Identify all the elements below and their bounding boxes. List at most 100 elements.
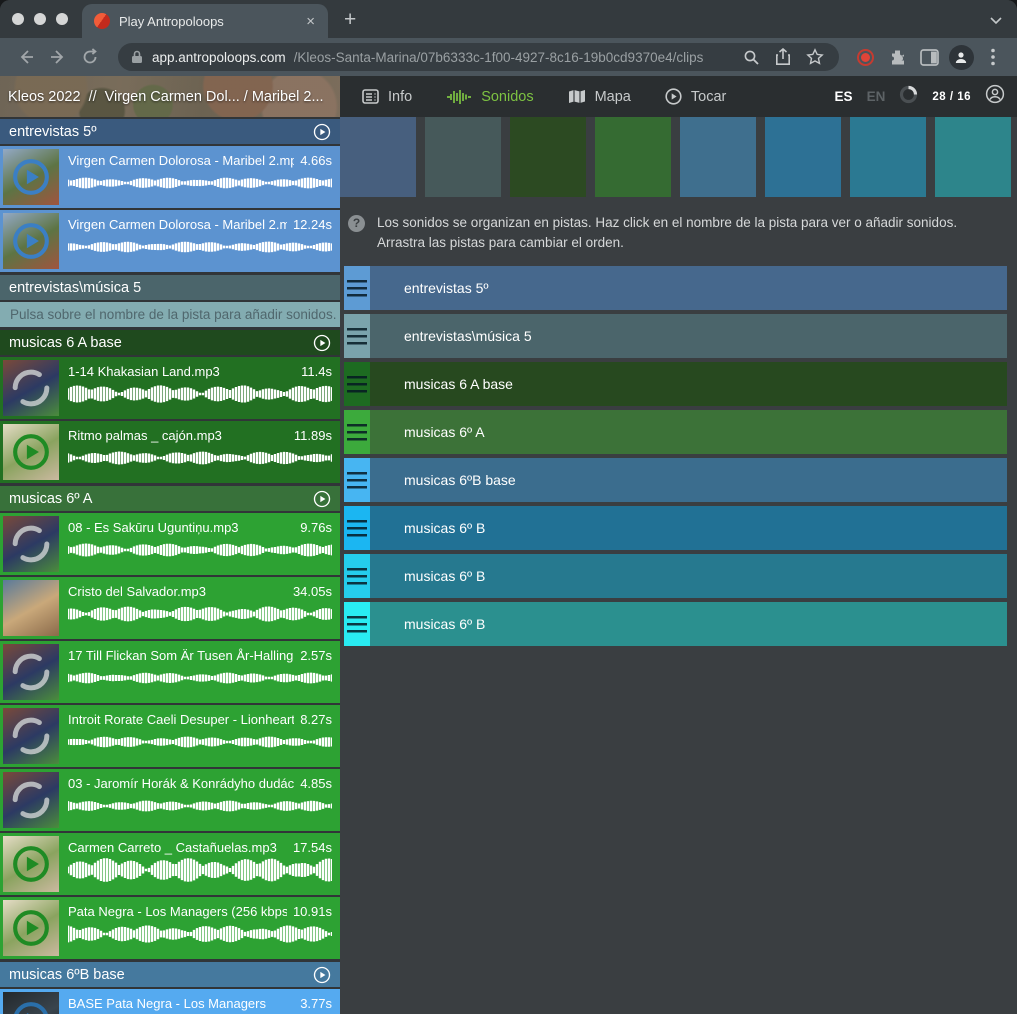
clip-thumbnail[interactable] [3, 644, 59, 700]
bookmark-star-icon[interactable] [803, 48, 827, 66]
track-row[interactable]: musicas 6ºB base [344, 458, 1007, 502]
play-track-icon[interactable] [313, 966, 331, 984]
minimize-window-button[interactable] [34, 13, 46, 25]
clip-item[interactable]: 17 Till Flickan Som Är Tusen År-Halling … [0, 641, 340, 703]
play-icon[interactable] [12, 909, 50, 947]
track-drag-handle[interactable] [344, 602, 370, 646]
address-bar[interactable]: app.antropoloops.com/Kleos-Santa-Marina/… [118, 43, 839, 71]
clip-thumbnail[interactable] [3, 992, 59, 1014]
track-pad[interactable] [680, 117, 756, 197]
play-icon[interactable] [12, 1001, 50, 1014]
clip-item[interactable]: Virgen Carmen Dolorosa - Maribel 2.mp34.… [0, 146, 340, 208]
track-name-button[interactable]: musicas 6 A base [370, 362, 1007, 406]
tab-sonidos[interactable]: Sonidos [446, 89, 533, 105]
clip-item[interactable]: 03 - Jaromír Horák & Konrádyho dudácká .… [0, 769, 340, 831]
new-tab-button[interactable]: + [328, 8, 356, 38]
track-pad[interactable] [935, 117, 1011, 197]
track-row[interactable]: entrevistas\música 5 [344, 314, 1007, 358]
clip-item[interactable]: Cristo del Salvador.mp334.05s [0, 577, 340, 639]
clip-item[interactable]: Introit Rorate Caeli Desuper - Lionheart… [0, 705, 340, 767]
clip-item[interactable]: BASE Pata Negra - Los Managers3.77s [0, 989, 340, 1014]
side-panel-icon[interactable] [915, 43, 943, 71]
track-row[interactable]: musicas 6º B [344, 554, 1007, 598]
tab-tocar[interactable]: Tocar [665, 88, 726, 105]
clip-thumbnail[interactable] [3, 516, 59, 572]
share-icon[interactable] [771, 48, 795, 66]
track-pad[interactable] [340, 117, 416, 197]
track-pad[interactable] [425, 117, 501, 197]
breadcrumb-project[interactable]: Kleos 2022 [8, 89, 81, 105]
tab-close-icon[interactable]: × [303, 12, 318, 31]
extensions-puzzle-icon[interactable] [883, 43, 911, 71]
play-icon[interactable] [12, 158, 50, 196]
account-icon[interactable] [985, 84, 1005, 109]
track-drag-handle[interactable] [344, 362, 370, 406]
track-name-button[interactable]: musicas 6º B [370, 506, 1007, 550]
play-icon[interactable] [12, 433, 50, 471]
zoom-search-icon[interactable] [739, 49, 763, 66]
track-row[interactable]: musicas 6º B [344, 602, 1007, 646]
play-track-icon[interactable] [313, 490, 331, 508]
clip-thumbnail[interactable] [3, 424, 59, 480]
track-name-button[interactable]: entrevistas\música 5 [370, 314, 1007, 358]
tab-info[interactable]: Info [362, 89, 412, 105]
sidebar-track-header[interactable]: entrevistas\música 5 [0, 275, 340, 300]
tab-mapa[interactable]: Mapa [568, 89, 631, 105]
clip-thumbnail[interactable] [3, 580, 59, 636]
clip-item[interactable]: 08 - Es Sakūru Uguntiņu.mp39.76s [0, 513, 340, 575]
clip-item[interactable]: Virgen Carmen Dolorosa - Maribel 2.mp312… [0, 210, 340, 272]
track-drag-handle[interactable] [344, 506, 370, 550]
browser-menu-kebab-icon[interactable] [979, 43, 1007, 71]
clip-item[interactable]: Ritmo palmas _ cajón.mp311.89s [0, 421, 340, 483]
track-row[interactable]: musicas 6º B [344, 506, 1007, 550]
track-name-button[interactable]: entrevistas 5º [370, 266, 1007, 310]
clip-thumbnail[interactable] [3, 213, 59, 269]
clip-item[interactable]: Carmen Carreto _ Castañuelas.mp317.54s [0, 833, 340, 895]
sidebar-track-header[interactable]: entrevistas 5º [0, 119, 340, 144]
clip-thumbnail[interactable] [3, 772, 59, 828]
zoom-window-button[interactable] [56, 13, 68, 25]
track-drag-handle[interactable] [344, 314, 370, 358]
close-window-button[interactable] [12, 13, 24, 25]
clip-item[interactable]: 1-14 Khakasian Land.mp311.4s [0, 357, 340, 419]
back-icon[interactable] [12, 43, 40, 71]
track-row[interactable]: musicas 6º A [344, 410, 1007, 454]
clip-thumbnail[interactable] [3, 360, 59, 416]
breadcrumb[interactable]: Kleos 2022 // Virgen Carmen Dol... / Mar… [0, 76, 340, 117]
track-pad[interactable] [765, 117, 841, 197]
breadcrumb-trail[interactable]: Virgen Carmen Dol... / Maribel 2... [105, 89, 324, 105]
forward-icon[interactable] [44, 43, 72, 71]
browser-tab[interactable]: Play Antropoloops × [82, 4, 328, 38]
sidebar-track-header[interactable]: musicas 6ºB base [0, 962, 340, 987]
track-name-button[interactable]: musicas 6º B [370, 554, 1007, 598]
track-row[interactable]: musicas 6 A base [344, 362, 1007, 406]
track-name-button[interactable]: musicas 6º A [370, 410, 1007, 454]
clip-item[interactable]: Pata Negra - Los Managers (256 kbps).mp3… [0, 897, 340, 959]
profile-avatar[interactable] [947, 43, 975, 71]
track-name-button[interactable]: musicas 6ºB base [370, 458, 1007, 502]
record-extension-icon[interactable] [851, 43, 879, 71]
clip-thumbnail[interactable] [3, 708, 59, 764]
clip-thumbnail[interactable] [3, 149, 59, 205]
lang-es[interactable]: ES [835, 89, 853, 104]
track-drag-handle[interactable] [344, 410, 370, 454]
clip-thumbnail[interactable] [3, 900, 59, 956]
track-drag-handle[interactable] [344, 554, 370, 598]
track-drag-handle[interactable] [344, 458, 370, 502]
clip-thumbnail[interactable] [3, 836, 59, 892]
play-track-icon[interactable] [313, 334, 331, 352]
track-row[interactable]: entrevistas 5º [344, 266, 1007, 310]
reload-icon[interactable] [76, 43, 104, 71]
track-drag-handle[interactable] [344, 266, 370, 310]
lang-en[interactable]: EN [867, 89, 886, 104]
play-track-icon[interactable] [313, 123, 331, 141]
play-icon[interactable] [12, 845, 50, 883]
track-pad[interactable] [510, 117, 586, 197]
play-icon[interactable] [12, 222, 50, 260]
tab-list-chevron-icon[interactable] [989, 12, 1003, 30]
track-pad[interactable] [850, 117, 926, 197]
sidebar-track-header[interactable]: musicas 6º A [0, 486, 340, 511]
track-name-button[interactable]: musicas 6º B [370, 602, 1007, 646]
track-pad[interactable] [595, 117, 671, 197]
sidebar-track-header[interactable]: musicas 6 A base [0, 330, 340, 355]
